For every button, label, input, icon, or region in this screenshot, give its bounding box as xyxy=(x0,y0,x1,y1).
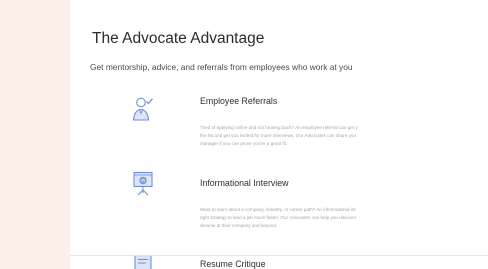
description-line: dreams at their company and beyond. xyxy=(200,223,278,228)
person-check-icon xyxy=(132,96,154,121)
feature-title: Resume Critique xyxy=(200,259,266,269)
description-line: Want to learn about a company, industry,… xyxy=(200,207,356,212)
divider xyxy=(70,255,488,256)
description-line: Tired of applying online and not hearing… xyxy=(200,125,358,130)
feature-title: Informational Interview xyxy=(200,178,289,188)
description-line: the list and get you invited for more in… xyxy=(200,133,357,138)
advocate-advantage-card: The Advocate Advantage Get mentorship, a… xyxy=(70,0,488,269)
feature-description: Tired of applying online and not hearing… xyxy=(200,124,488,148)
feature-title: Employee Referrals xyxy=(200,96,278,106)
section-subtitle: Get mentorship, advice, and referrals fr… xyxy=(90,62,353,72)
feature-description: Want to learn about a company, industry,… xyxy=(200,206,488,230)
presentation-board-icon xyxy=(132,171,154,196)
description-line: right strategy to land a job much faster… xyxy=(200,215,357,220)
description-line: manager if you can prove you're a great … xyxy=(200,141,288,146)
section-title: The Advocate Advantage xyxy=(92,30,265,47)
document-icon xyxy=(132,254,154,269)
